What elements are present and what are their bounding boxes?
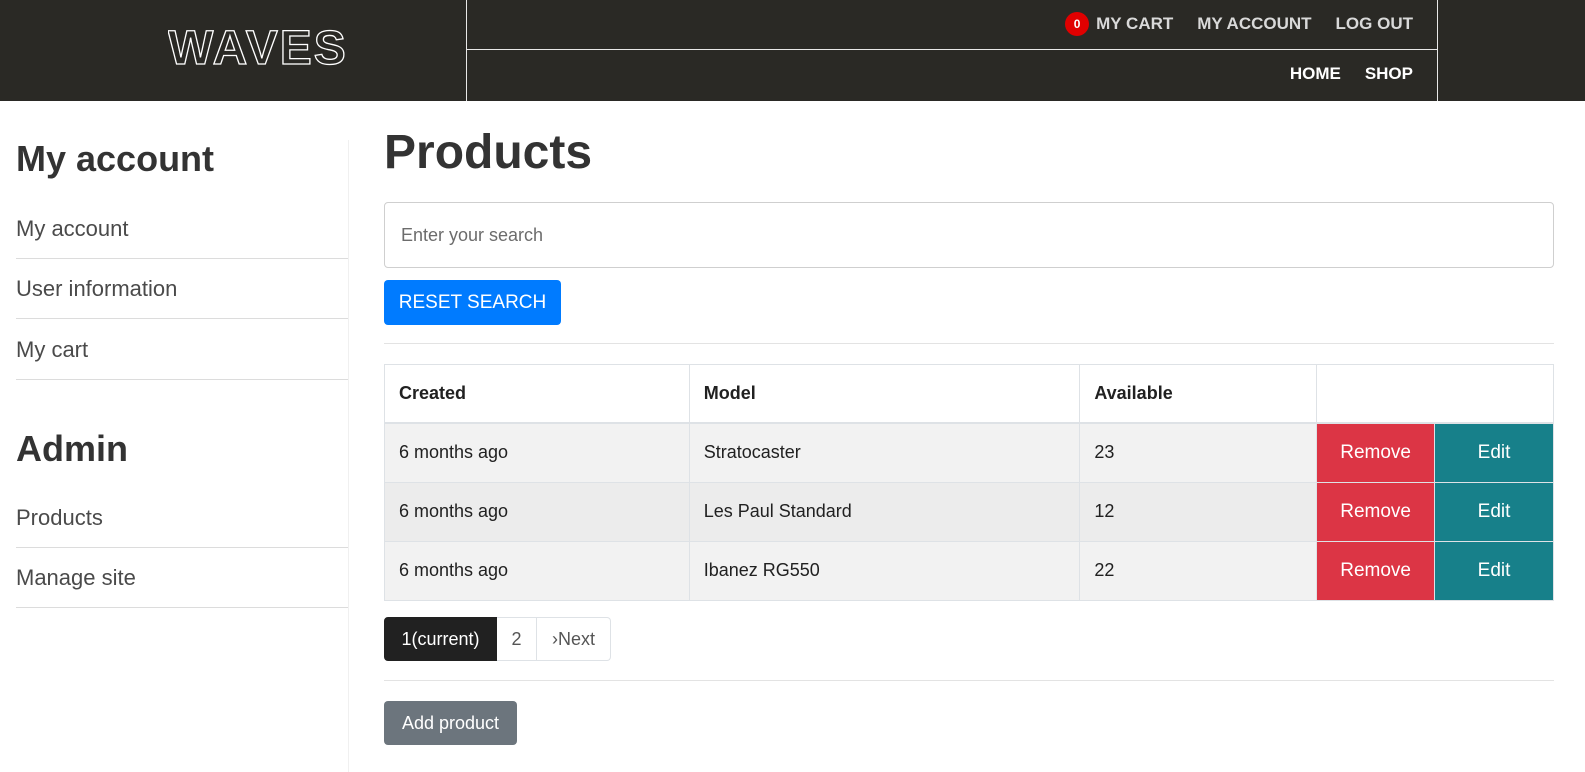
shop-link[interactable]: SHOP: [1365, 64, 1413, 84]
edit-button[interactable]: Edit: [1435, 482, 1553, 541]
header-model: Model: [688, 364, 1081, 424]
remove-button[interactable]: Remove: [1317, 423, 1435, 482]
remove-button[interactable]: Remove: [1317, 541, 1435, 600]
cell-created: 6 months ago: [384, 422, 690, 483]
remove-button[interactable]: Remove: [1317, 482, 1435, 541]
page-current[interactable]: 1(current): [384, 617, 497, 661]
page-next[interactable]: ›Next: [537, 617, 611, 661]
cell-created: 6 months ago: [384, 481, 690, 542]
divider: [384, 343, 1554, 344]
nav-area: 0 MY CART MY ACCOUNT LOG OUT HOME SHOP: [466, 0, 1438, 101]
reset-search-button[interactable]: RESET SEARCH: [384, 280, 561, 325]
sidebar-item-products[interactable]: Products: [16, 488, 348, 548]
cell-available: 22: [1079, 540, 1318, 601]
cell-model: Les Paul Standard: [688, 481, 1081, 542]
header-available: Available: [1079, 364, 1318, 424]
edit-button[interactable]: Edit: [1435, 423, 1553, 482]
sidebar-item-user-information[interactable]: User information: [16, 259, 348, 319]
table-row: 6 months ago Stratocaster 23 Remove Edit: [384, 422, 1554, 483]
site-header: WAVES 0 MY CART MY ACCOUNT LOG OUT HOME …: [0, 0, 1585, 101]
products-table: Created Model Available 6 months ago Str…: [384, 364, 1554, 601]
nav-top-bar: 0 MY CART MY ACCOUNT LOG OUT: [467, 0, 1437, 50]
table-header-row: Created Model Available: [384, 364, 1554, 424]
logo-text: WAVES: [168, 22, 348, 70]
cell-model: Ibanez RG550: [688, 540, 1081, 601]
header-actions: [1316, 364, 1554, 424]
cart-count-badge: 0: [1065, 12, 1090, 36]
table-row: 6 months ago Ibanez RG550 22 Remove Edit: [384, 540, 1554, 601]
divider: [384, 680, 1554, 681]
sidebar-item-my-cart[interactable]: My cart: [16, 320, 348, 380]
home-link[interactable]: HOME: [1290, 64, 1341, 84]
cell-available: 23: [1079, 422, 1318, 483]
page-2[interactable]: 2: [497, 617, 537, 661]
search-input[interactable]: [384, 202, 1554, 268]
logo-area: WAVES: [0, 0, 466, 101]
main-nav: HOME SHOP: [1266, 64, 1413, 84]
waves-logo[interactable]: WAVES: [168, 22, 378, 70]
table-row: 6 months ago Les Paul Standard 12 Remove…: [384, 481, 1554, 542]
my-cart-link[interactable]: 0 MY CART: [1065, 12, 1173, 36]
sidebar-divider: [348, 140, 349, 772]
cell-model: Stratocaster: [688, 422, 1081, 483]
sidebar-item-my-account[interactable]: My account: [16, 199, 348, 259]
admin-heading: Admin: [16, 428, 128, 469]
my-account-link[interactable]: MY ACCOUNT: [1197, 14, 1311, 34]
page-title: Products: [384, 126, 593, 179]
sidebar-item-manage-site[interactable]: Manage site: [16, 548, 348, 608]
cell-available: 12: [1079, 481, 1318, 542]
header-created: Created: [384, 364, 690, 424]
account-heading: My account: [16, 138, 215, 179]
pagination: 1(current) 2 ›Next: [384, 617, 611, 661]
my-cart-label: MY CART: [1096, 14, 1174, 33]
logout-link[interactable]: LOG OUT: [1336, 14, 1413, 34]
add-product-button[interactable]: Add product: [384, 701, 517, 745]
sidebar: My account My account User information M…: [16, 101, 348, 772]
edit-button[interactable]: Edit: [1435, 541, 1553, 600]
cell-created: 6 months ago: [384, 540, 690, 601]
